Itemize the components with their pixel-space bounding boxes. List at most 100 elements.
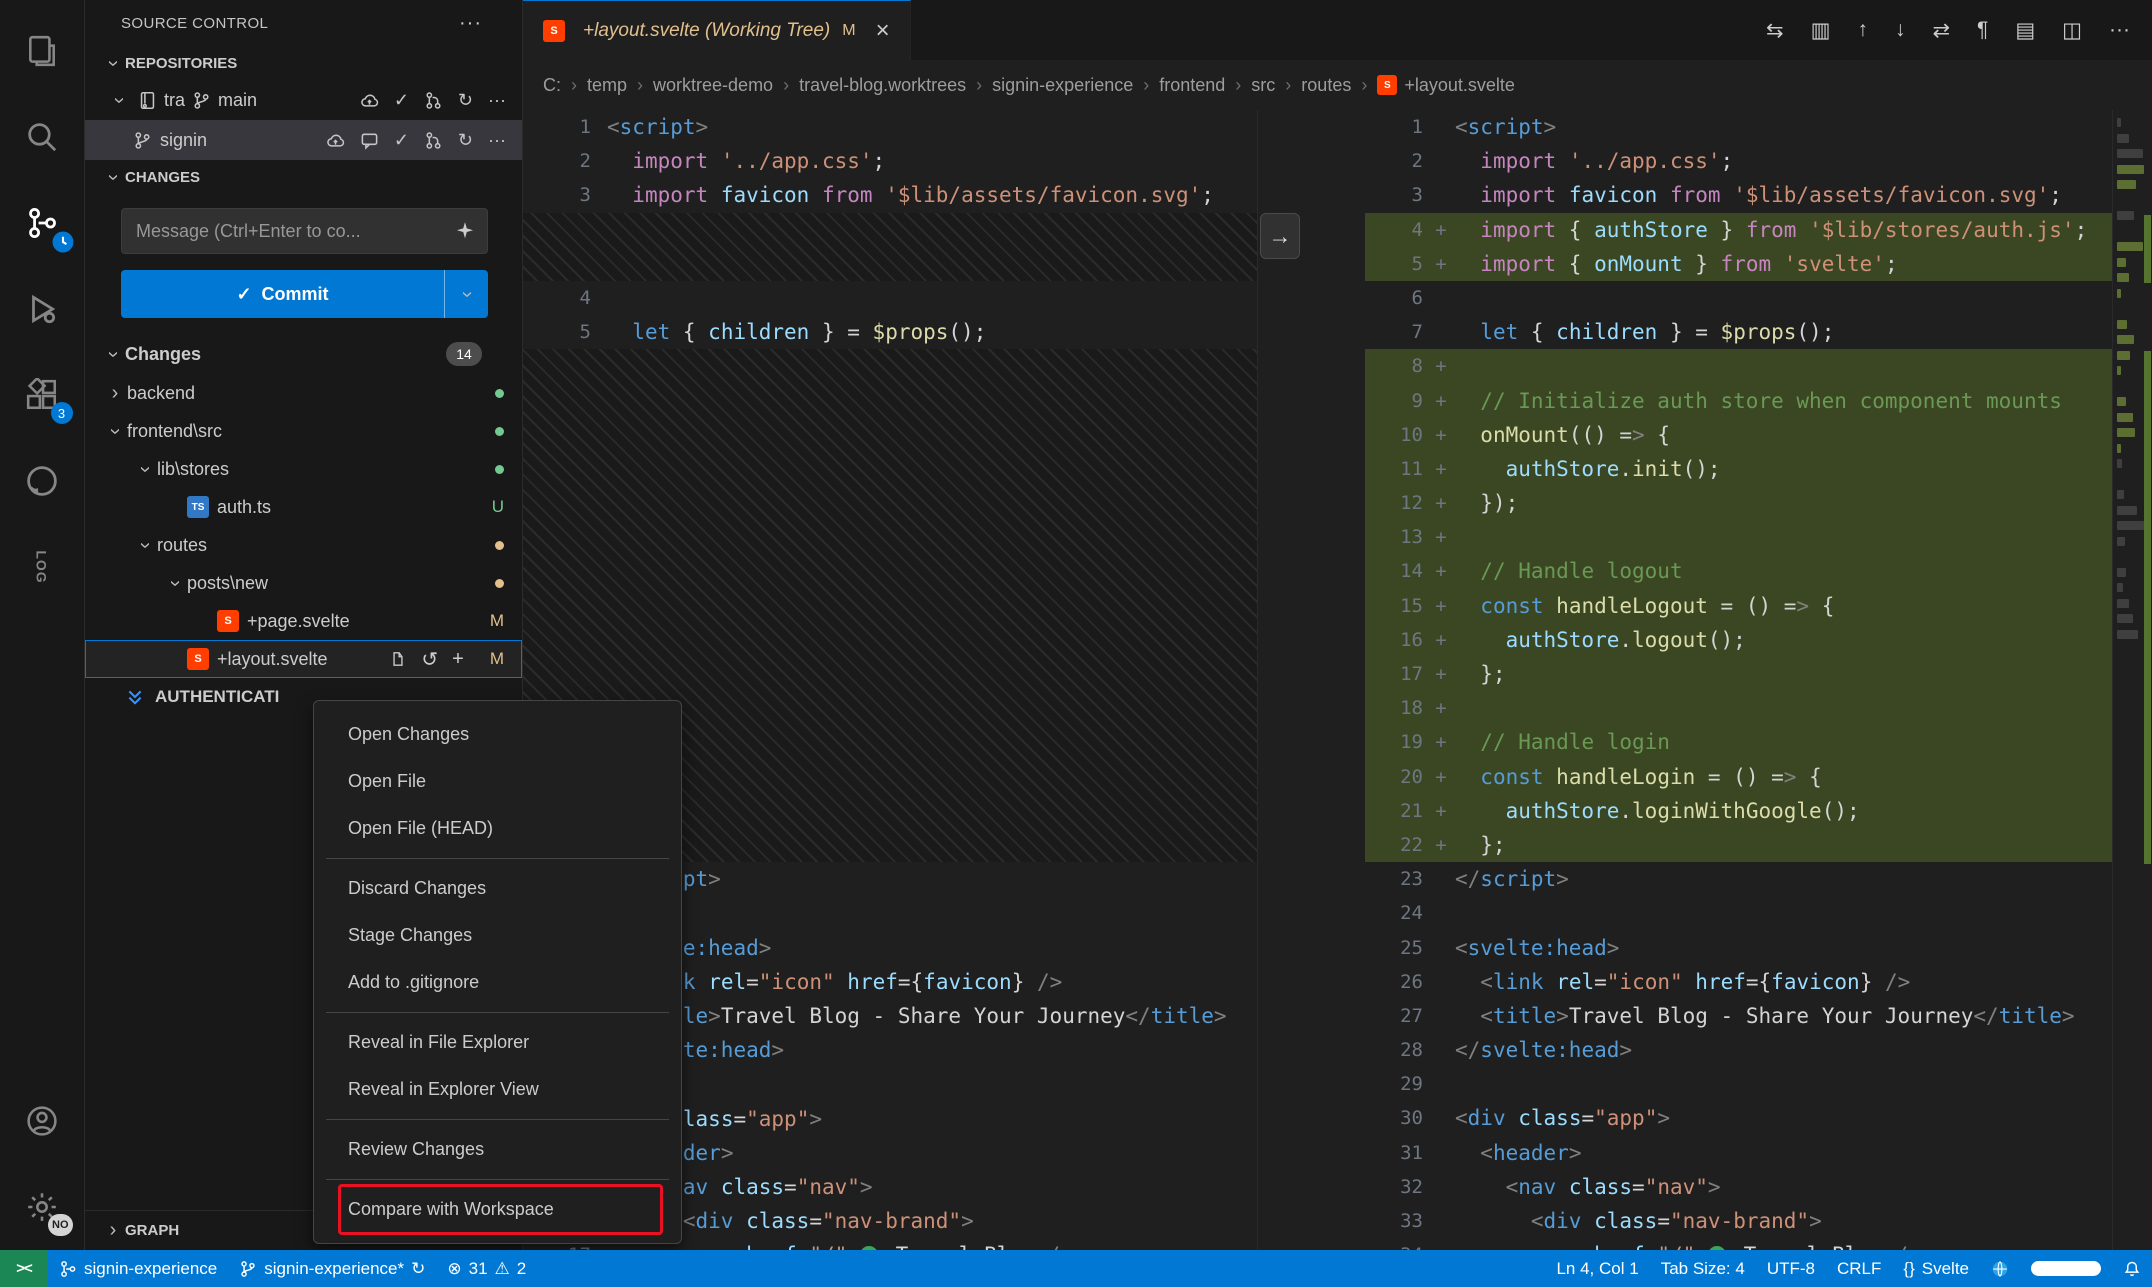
commit-check-icon[interactable]: ✓ bbox=[394, 90, 409, 111]
settings-gear-icon[interactable]: NO bbox=[0, 1164, 85, 1250]
stage-icon[interactable]: + bbox=[452, 648, 464, 671]
tree-item-frontend-src[interactable]: ›frontend\src bbox=[85, 412, 522, 450]
refresh-icon[interactable]: ↻ bbox=[458, 130, 473, 151]
open-changes-icon[interactable]: ⇆ bbox=[1766, 18, 1784, 43]
tree-item-routes[interactable]: ›routes bbox=[85, 526, 522, 564]
run-debug-icon[interactable] bbox=[0, 266, 85, 352]
menu-item-stage-changes[interactable]: Stage Changes bbox=[314, 912, 681, 959]
split-editor-icon[interactable]: ◫ bbox=[2062, 18, 2082, 43]
remote-indicator[interactable]: >< bbox=[0, 1250, 48, 1287]
breadcrumb-item[interactable]: signin-experience bbox=[992, 75, 1133, 96]
extensions-icon[interactable]: 3 bbox=[0, 352, 85, 438]
menu-item-compare-with-workspace[interactable]: Compare with Workspace bbox=[314, 1186, 681, 1233]
sparkle-icon[interactable] bbox=[452, 218, 478, 244]
pull-request-icon[interactable] bbox=[424, 131, 443, 150]
breadcrumb-item[interactable]: frontend bbox=[1159, 75, 1225, 96]
previous-change-icon[interactable]: ↑ bbox=[1857, 18, 1868, 42]
changes-tree: ›backend›frontend\src›lib\storesTSauth.t… bbox=[85, 374, 522, 678]
status-cursor-position[interactable]: Ln 4, Col 1 bbox=[1545, 1250, 1649, 1287]
status-eol[interactable]: CRLF bbox=[1826, 1250, 1892, 1287]
publish-cloud-icon[interactable] bbox=[326, 131, 345, 150]
tree-item--layout-svelte[interactable]: S+layout.svelte↺+M bbox=[85, 640, 522, 678]
render-whitespace-icon[interactable]: ¶ bbox=[1977, 18, 1988, 42]
github-icon[interactable] bbox=[0, 438, 85, 524]
status-tab-size[interactable]: Tab Size: 4 bbox=[1650, 1250, 1756, 1287]
notifications-bell-icon[interactable] bbox=[2112, 1250, 2152, 1287]
menu-item-discard-changes[interactable]: Discard Changes bbox=[314, 865, 681, 912]
commit-check-icon[interactable]: ✓ bbox=[394, 130, 409, 151]
publish-cloud-icon[interactable] bbox=[360, 91, 379, 110]
menu-item-reveal-in-file-explorer[interactable]: Reveal in File Explorer bbox=[314, 1019, 681, 1066]
next-change-icon[interactable]: ↓ bbox=[1895, 18, 1906, 42]
pull-request-icon[interactable] bbox=[424, 91, 443, 110]
swap-sides-icon[interactable]: ⇄ bbox=[1932, 18, 1950, 43]
menu-item-review-changes[interactable]: Review Changes bbox=[314, 1126, 681, 1173]
breadcrumb-item[interactable]: C: bbox=[543, 75, 561, 96]
tree-item-auth-ts[interactable]: TSauth.tsU bbox=[85, 488, 522, 526]
code-line: 15+ const handleLogout = () => { bbox=[1365, 589, 2112, 623]
menu-item-open-changes[interactable]: Open Changes bbox=[314, 711, 681, 758]
menu-item-add-to-gitignore[interactable]: Add to .gitignore bbox=[314, 959, 681, 1006]
tree-item-lib-stores[interactable]: ›lib\stores bbox=[85, 450, 522, 488]
status-problems[interactable]: ⊗31 ⚠2 bbox=[436, 1250, 537, 1287]
chevron-right-icon[interactable]: › bbox=[103, 382, 127, 405]
branch-row[interactable]: signin ✓ ↻ ··· bbox=[85, 120, 522, 160]
diff-revert-arrow[interactable]: → bbox=[1260, 213, 1300, 259]
breadcrumb-item[interactable]: travel-blog.worktrees bbox=[799, 75, 966, 96]
status-repo-item[interactable]: signin-experience bbox=[48, 1250, 228, 1287]
changes-header[interactable]: › CHANGES bbox=[85, 160, 522, 194]
menu-item-reveal-in-explorer-view[interactable]: Reveal in Explorer View bbox=[314, 1066, 681, 1113]
refresh-icon[interactable]: ↻ bbox=[458, 90, 473, 111]
source-control-icon[interactable] bbox=[0, 180, 85, 266]
tree-item--page-svelte[interactable]: S+page.svelteM bbox=[85, 602, 522, 640]
chevron-down-icon[interactable]: › bbox=[134, 533, 157, 557]
chevron-down-icon[interactable]: › bbox=[164, 571, 187, 595]
more-actions-icon[interactable]: ··· bbox=[488, 130, 506, 151]
status-branch-item[interactable]: signin-experience* ↻ bbox=[228, 1250, 436, 1287]
chevron-down-icon[interactable]: › bbox=[134, 457, 157, 481]
more-actions-icon[interactable]: ··· bbox=[488, 90, 506, 111]
change-dot bbox=[495, 389, 504, 398]
menu-item-open-file[interactable]: Open File bbox=[314, 758, 681, 805]
tree-item-backend[interactable]: ›backend bbox=[85, 374, 522, 412]
commit-dropdown[interactable]: › bbox=[444, 270, 488, 318]
status-encoding[interactable]: UTF-8 bbox=[1756, 1250, 1826, 1287]
close-icon[interactable]: × bbox=[876, 19, 890, 43]
account-icon[interactable] bbox=[0, 1078, 85, 1164]
changes-group-row[interactable]: › Changes 14 bbox=[85, 334, 522, 374]
search-icon[interactable] bbox=[0, 94, 85, 180]
repositories-header[interactable]: › REPOSITORIES bbox=[85, 46, 522, 80]
browser-icon[interactable] bbox=[1980, 1250, 2020, 1287]
more-actions-icon[interactable]: ··· bbox=[2109, 18, 2130, 42]
open-preview-icon[interactable]: ▤ bbox=[2015, 18, 2035, 43]
sidebar-more-icon[interactable]: ··· bbox=[459, 12, 482, 35]
code-line: 34 <a href="/"> Travel Blog</a> bbox=[1365, 1238, 2112, 1250]
status-language[interactable]: {}Svelte bbox=[1892, 1250, 1980, 1287]
tab-layout-svelte[interactable]: S +layout.svelte (Working Tree) M × bbox=[523, 0, 911, 60]
breadcrumb-item[interactable]: worktree-demo bbox=[653, 75, 773, 96]
commit-button[interactable]: ✓Commit › bbox=[121, 270, 488, 318]
minimap-line bbox=[2117, 459, 2122, 468]
minimap-line bbox=[2117, 444, 2121, 453]
code-line: 21+ authStore.loginWithGoogle(); bbox=[1365, 794, 2112, 828]
chevron-down-icon[interactable]: › bbox=[104, 419, 127, 443]
commit-message-input[interactable] bbox=[121, 208, 488, 254]
modified-pane[interactable]: 1<script>2 import '../app.css';3 import … bbox=[1365, 110, 2112, 1250]
log-icon[interactable]: LOG bbox=[0, 524, 85, 610]
minimap[interactable] bbox=[2112, 110, 2152, 1250]
open-file-icon[interactable] bbox=[389, 650, 407, 668]
comment-icon[interactable] bbox=[360, 131, 379, 150]
breadcrumb-item[interactable]: +layout.svelte bbox=[1404, 75, 1515, 96]
discard-icon[interactable]: ↺ bbox=[421, 647, 438, 672]
breadcrumb-item[interactable]: temp bbox=[587, 75, 627, 96]
tree-item-posts-new[interactable]: ›posts\new bbox=[85, 564, 522, 602]
check-icon: ✓ bbox=[236, 284, 251, 305]
explorer-icon[interactable] bbox=[0, 8, 85, 94]
svelte-icon: S bbox=[217, 610, 239, 632]
toggle-inline-view-icon[interactable]: ▥ bbox=[1811, 18, 1831, 43]
menu-item-open-file-head-[interactable]: Open File (HEAD) bbox=[314, 805, 681, 852]
breadcrumb-item[interactable]: src bbox=[1251, 75, 1275, 96]
repository-row[interactable]: › tra main ✓ ↻ ··· bbox=[85, 80, 522, 120]
slider-pill[interactable] bbox=[2031, 1261, 2101, 1276]
breadcrumb-item[interactable]: routes bbox=[1301, 75, 1351, 96]
